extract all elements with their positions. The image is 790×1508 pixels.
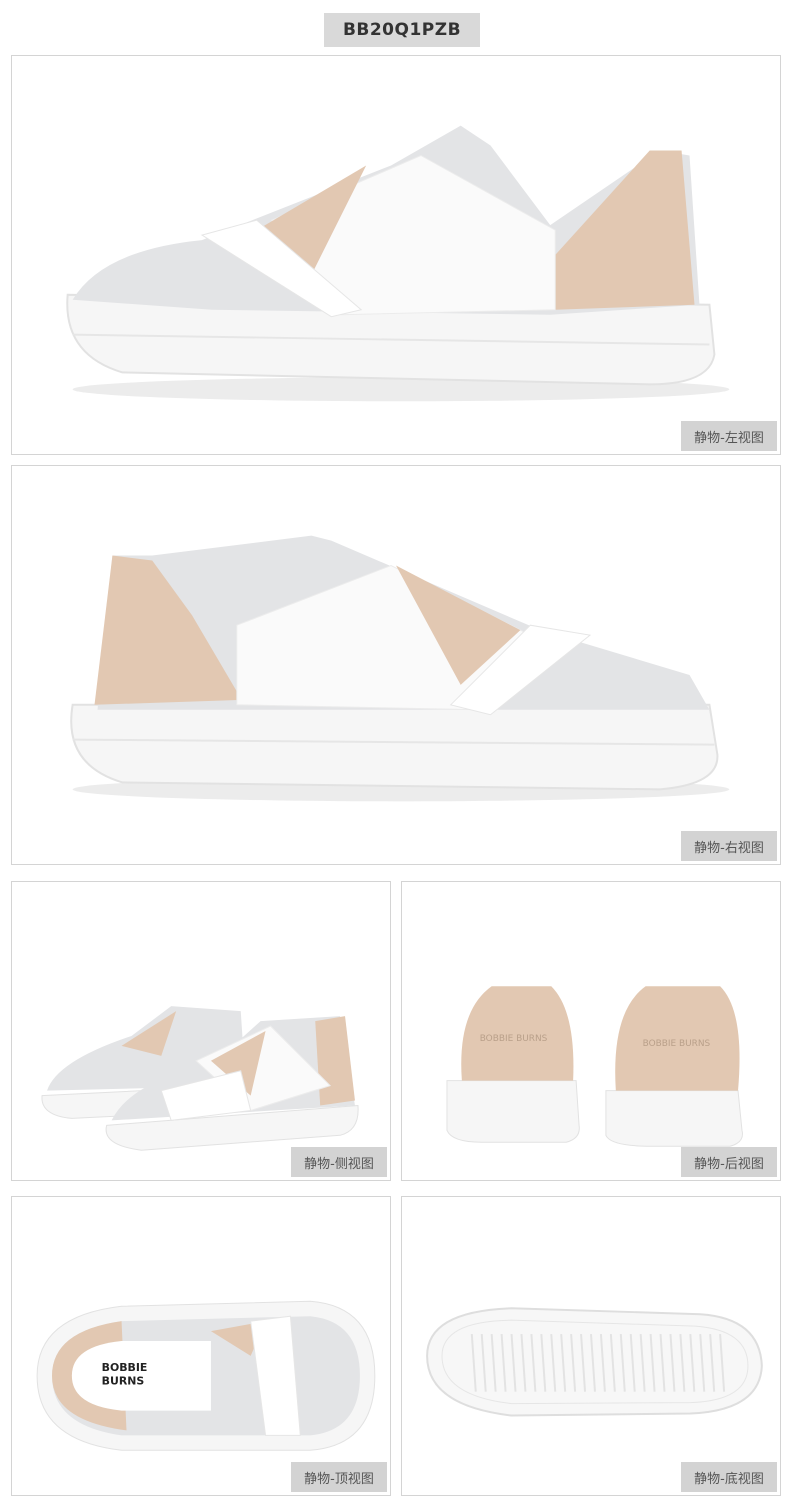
shoe-left-view-illustration: [66, 125, 730, 402]
view-label: 静物-侧视图: [291, 1147, 387, 1177]
product-image-top-view[interactable]: BOBBIE BURNS 静物-顶视图: [11, 1196, 391, 1496]
product-image-right-view[interactable]: 静物-右视图: [11, 465, 781, 865]
brand-embossing: BOBBIE BURNS: [643, 1039, 711, 1049]
shoe-pair-side-view-illustration: [41, 1006, 359, 1151]
product-image-bottom-view[interactable]: 静物-底视图: [401, 1196, 781, 1496]
product-image-side-view[interactable]: 静物-侧视图: [11, 881, 391, 1181]
brand-embossing: BOBBIE BURNS: [480, 1034, 548, 1044]
shoe-top-view-illustration: BOBBIE BURNS: [36, 1300, 376, 1451]
svg-text:BURNS: BURNS: [102, 1375, 145, 1388]
view-label: 静物-底视图: [681, 1462, 777, 1492]
product-image-back-view[interactable]: BOBBIE BURNS BOBBIE BURNS 静物-后视图: [401, 881, 781, 1181]
view-label: 静物-后视图: [681, 1147, 777, 1177]
shoe-right-view-illustration: [70, 535, 730, 802]
view-label: 静物-顶视图: [291, 1462, 387, 1492]
svg-text:BOBBIE: BOBBIE: [102, 1361, 148, 1374]
view-label: 静物-左视图: [681, 421, 777, 451]
product-image-left-view[interactable]: 静物-左视图: [11, 55, 781, 455]
view-label: 静物-右视图: [681, 831, 777, 861]
shoe-sole-bottom-view-illustration: [426, 1307, 763, 1417]
product-code-badge: BB20Q1PZB: [324, 13, 480, 47]
shoe-pair-back-view-illustration: BOBBIE BURNS BOBBIE BURNS: [446, 986, 743, 1147]
